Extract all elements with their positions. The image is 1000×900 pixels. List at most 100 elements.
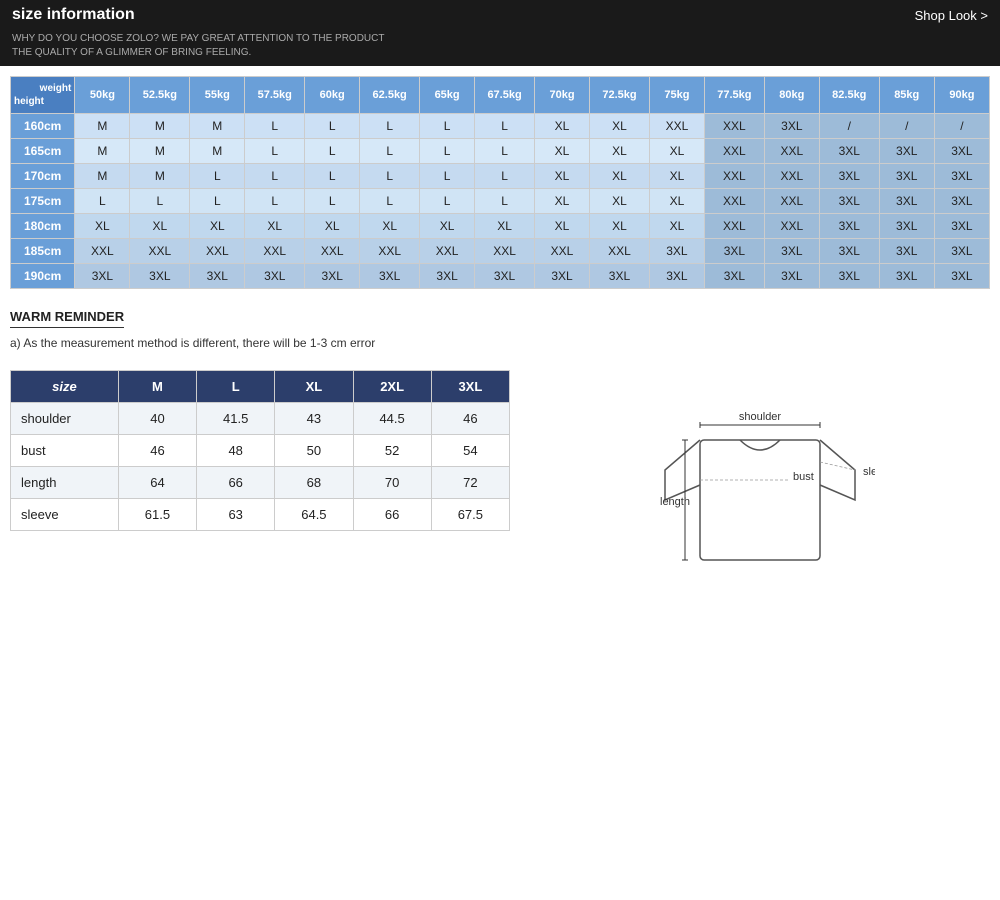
matrix-cell: L — [420, 139, 475, 164]
matrix-cell: XXL — [360, 239, 420, 264]
size-row-value: 46 — [431, 403, 509, 435]
matrix-cell: L — [475, 114, 535, 139]
matrix-cell: M — [75, 164, 130, 189]
matrix-cell: / — [934, 114, 989, 139]
table-row: 170cmMMLLLLLLXLXLXLXXLXXL3XL3XL3XL — [11, 164, 990, 189]
weight-header-cell: 82.5kg — [819, 77, 879, 114]
matrix-cell: XXL — [704, 189, 764, 214]
matrix-cell: 3XL — [590, 264, 650, 289]
size-row-value: 64.5 — [275, 499, 353, 531]
matrix-cell: 3XL — [819, 164, 879, 189]
matrix-cell: XL — [75, 214, 130, 239]
weight-header-cell: 62.5kg — [360, 77, 420, 114]
table-row: 175cmLLLLLLLLXLXLXLXXLXXL3XL3XL3XL — [11, 189, 990, 214]
matrix-cell: 3XL — [934, 189, 989, 214]
matrix-cell: XXL — [420, 239, 475, 264]
size-row-value: 72 — [431, 467, 509, 499]
size-row-value: 46 — [118, 435, 196, 467]
size-row-value: 66 — [197, 467, 275, 499]
table-row: 190cm3XL3XL3XL3XL3XL3XL3XL3XL3XL3XL3XL3X… — [11, 264, 990, 289]
size-row-value: 40 — [118, 403, 196, 435]
table-row: 165cmMMMLLLLLXLXLXLXXLXXL3XL3XL3XL — [11, 139, 990, 164]
matrix-cell: 3XL — [360, 264, 420, 289]
weight-header-cell: 90kg — [934, 77, 989, 114]
sleeve-label: sleeve — [863, 466, 875, 478]
tagline-line2: THE QUALITY OF A GLIMMER OF BRING FEELIN… — [12, 46, 988, 60]
matrix-cell: 3XL — [190, 264, 245, 289]
matrix-cell: XL — [305, 214, 360, 239]
matrix-cell: L — [305, 139, 360, 164]
shop-look-link[interactable]: Shop Look > — [915, 8, 988, 23]
matrix-cell: 3XL — [75, 264, 130, 289]
matrix-cell: XL — [590, 164, 650, 189]
matrix-cell: 3XL — [879, 214, 934, 239]
height-cell: 190cm — [11, 264, 75, 289]
matrix-cell: XL — [190, 214, 245, 239]
matrix-cell: L — [245, 164, 305, 189]
matrix-cell: XXL — [75, 239, 130, 264]
matrix-cell: XXL — [534, 239, 589, 264]
matrix-cell: L — [245, 139, 305, 164]
weight-header-cell: 50kg — [75, 77, 130, 114]
matrix-cell: L — [360, 189, 420, 214]
size-row-value: 67.5 — [431, 499, 509, 531]
height-cell: 185cm — [11, 239, 75, 264]
matrix-cell: M — [190, 114, 245, 139]
matrix-cell: 3XL — [475, 264, 535, 289]
matrix-cell: XL — [534, 139, 589, 164]
weight-header-cell: 75kg — [649, 77, 704, 114]
matrix-cell: 3XL — [130, 264, 190, 289]
weight-header-cell: 52.5kg — [130, 77, 190, 114]
size-row-value: 44.5 — [353, 403, 431, 435]
size-row-label: length — [11, 467, 119, 499]
table-row: shoulder4041.54344.546 — [11, 403, 510, 435]
warm-reminder-title: WARM REMINDER — [10, 309, 124, 328]
corner-cell: weightheight — [11, 77, 75, 114]
size-column-header: 2XL — [353, 371, 431, 403]
height-cell: 175cm — [11, 189, 75, 214]
size-row-value: 50 — [275, 435, 353, 467]
matrix-cell: 3XL — [879, 239, 934, 264]
size-row-value: 48 — [197, 435, 275, 467]
matrix-cell: M — [190, 139, 245, 164]
matrix-cell: L — [245, 189, 305, 214]
weight-header-cell: 57.5kg — [245, 77, 305, 114]
matrix-cell: 3XL — [879, 189, 934, 214]
matrix-cell: XL — [360, 214, 420, 239]
page-title: size information — [12, 6, 135, 24]
matrix-cell: XXL — [649, 114, 704, 139]
matrix-cell: 3XL — [879, 264, 934, 289]
matrix-cell: M — [130, 114, 190, 139]
matrix-cell: 3XL — [305, 264, 360, 289]
matrix-cell: 3XL — [879, 139, 934, 164]
matrix-cell: XL — [534, 114, 589, 139]
matrix-cell: XXL — [590, 239, 650, 264]
size-row-value: 66 — [353, 499, 431, 531]
size-row-label: sleeve — [11, 499, 119, 531]
weight-header-cell: 67.5kg — [475, 77, 535, 114]
size-row-value: 41.5 — [197, 403, 275, 435]
size-column-header: M — [118, 371, 196, 403]
main-content: weightheight 50kg52.5kg55kg57.5kg60kg62.… — [0, 66, 1000, 590]
matrix-cell: L — [420, 114, 475, 139]
table-row: 185cmXXLXXLXXLXXLXXLXXLXXLXXLXXLXXL3XL3X… — [11, 239, 990, 264]
size-matrix-wrapper: weightheight 50kg52.5kg55kg57.5kg60kg62.… — [10, 76, 990, 289]
table-row: 160cmMMMLLLLLXLXLXXLXXL3XL/// — [11, 114, 990, 139]
size-row-value: 54 — [431, 435, 509, 467]
matrix-cell: XL — [130, 214, 190, 239]
matrix-cell: XL — [534, 164, 589, 189]
matrix-cell: 3XL — [764, 264, 819, 289]
matrix-cell: XL — [475, 214, 535, 239]
matrix-cell: L — [305, 189, 360, 214]
table-row: length6466687072 — [11, 467, 510, 499]
matrix-cell: 3XL — [934, 264, 989, 289]
warm-reminder-section: WARM REMINDER a) As the measurement meth… — [10, 309, 990, 350]
weight-header-cell: 55kg — [190, 77, 245, 114]
size-row-label: bust — [11, 435, 119, 467]
matrix-cell: 3XL — [819, 214, 879, 239]
matrix-cell: 3XL — [934, 214, 989, 239]
matrix-cell: 3XL — [819, 239, 879, 264]
matrix-cell: L — [305, 164, 360, 189]
matrix-cell: L — [360, 164, 420, 189]
table-row: 180cmXLXLXLXLXLXLXLXLXLXLXLXXLXXL3XL3XL3… — [11, 214, 990, 239]
